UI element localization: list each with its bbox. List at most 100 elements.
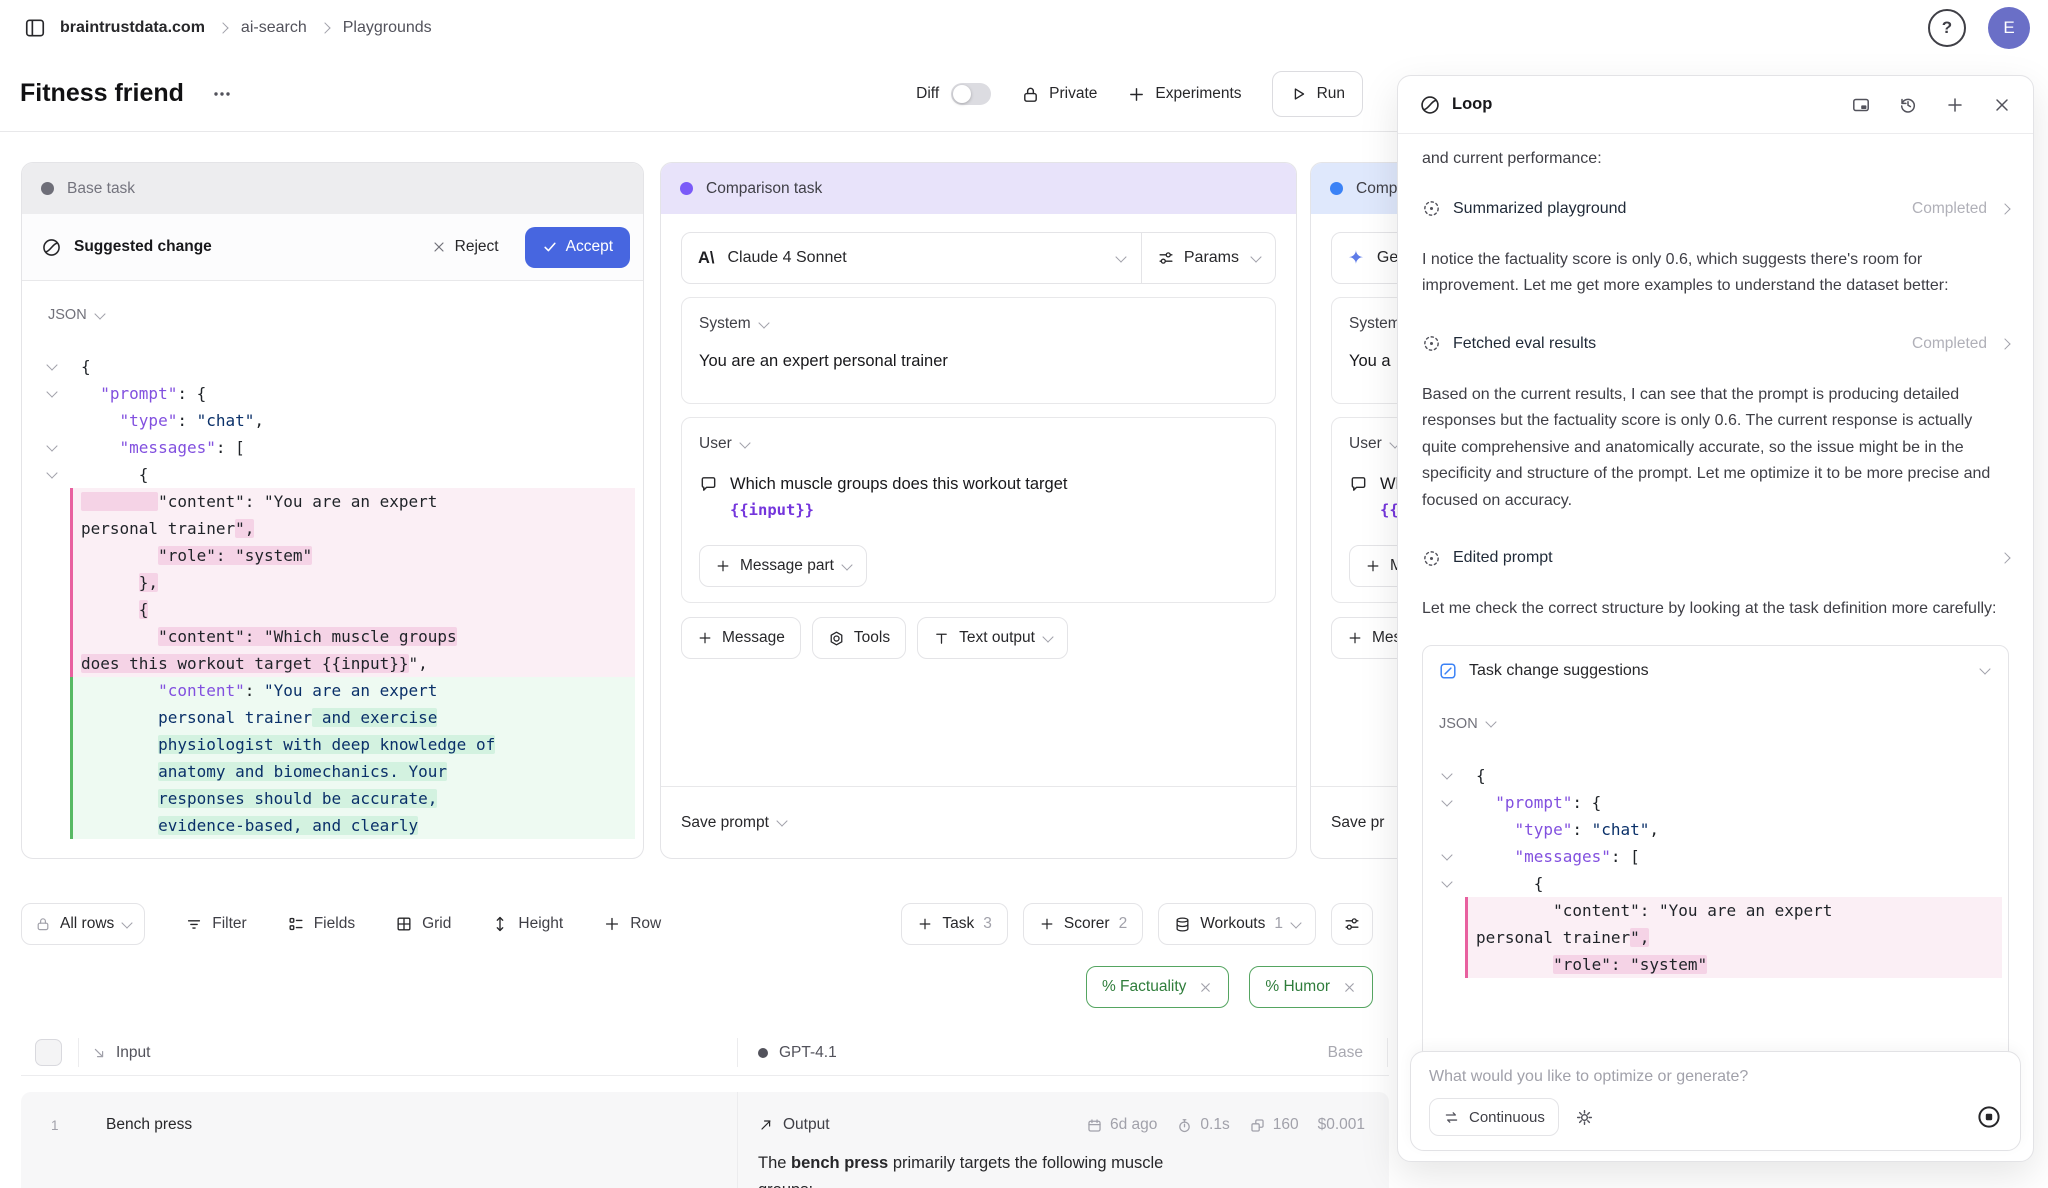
output-expand-icon[interactable] xyxy=(758,1117,774,1133)
run-button[interactable]: Run xyxy=(1272,71,1363,117)
model-select[interactable]: A\ Claude 4 Sonnet xyxy=(682,233,1142,283)
base-code-editor[interactable]: JSON { "prompt": { "type": "chat", "mess… xyxy=(22,281,643,858)
input-column-header[interactable]: Input xyxy=(116,1044,150,1062)
row-stats: 6d ago 0.1s 160 $0.001 xyxy=(1086,1116,1365,1134)
add-message-button[interactable]: Message xyxy=(681,617,801,659)
experiments-button[interactable]: Experiments xyxy=(1127,85,1241,104)
sidebar-toggle-icon[interactable] xyxy=(24,17,46,39)
loop-settings-icon[interactable] xyxy=(1575,1108,1594,1127)
calendar-icon xyxy=(1086,1117,1103,1134)
popout-icon[interactable] xyxy=(1851,95,1871,115)
breadcrumb-org[interactable]: braintrustdata.com xyxy=(60,19,205,37)
breadcrumb: braintrustdata.com ai-search Playgrounds xyxy=(24,17,432,39)
user-message-text[interactable]: Which muscle groups does this workout ta… xyxy=(730,471,1068,523)
table-row[interactable]: 1 Bench press Output 6d ago 0.1s 160 $0.… xyxy=(21,1092,1389,1188)
age-stat: 6d ago xyxy=(1086,1116,1157,1134)
loop-input-placeholder[interactable]: What would you like to optimize or gener… xyxy=(1429,1068,2002,1086)
save-prompt-button[interactable]: Save prompt xyxy=(681,814,786,832)
user-message-card: User Which muscle groups does this worko… xyxy=(681,417,1276,603)
comparison-task-2-dot xyxy=(1330,182,1343,195)
scorer-pills: % Factuality % Humor xyxy=(21,966,1373,1008)
breadcrumb-chevron-icon xyxy=(319,22,330,33)
comparison-task-card: Comparison task A\ Claude 4 Sonnet Param… xyxy=(660,162,1297,859)
tool-step-icon xyxy=(1422,199,1441,218)
code-format-select[interactable]: JSON xyxy=(34,307,635,323)
comparison-task-header: Comparison task xyxy=(661,163,1296,214)
accept-button[interactable]: Accept xyxy=(525,227,630,268)
loop-text: Based on the current results, I can see … xyxy=(1422,382,2009,515)
reject-button[interactable]: Reject xyxy=(431,238,499,256)
loop-text: I notice the factuality score is only 0.… xyxy=(1422,247,2009,300)
grid-settings-icon[interactable] xyxy=(1331,903,1373,945)
params-button[interactable]: Params xyxy=(1142,233,1275,283)
continuous-mode-button[interactable]: Continuous xyxy=(1429,1098,1559,1136)
row-output-cell[interactable]: The bench press primarily targets the fo… xyxy=(758,1150,1378,1188)
task-change-suggestions-card: Task change suggestions JSON { "prompt":… xyxy=(1422,645,2009,1067)
output-label: Output xyxy=(783,1116,830,1134)
model-row: A\ Claude 4 Sonnet Params xyxy=(681,232,1276,284)
add-task-button[interactable]: Task3 xyxy=(901,903,1008,945)
avatar[interactable]: E xyxy=(1988,7,2030,49)
more-menu-icon[interactable] xyxy=(212,84,232,104)
all-rows-select[interactable]: All rows xyxy=(21,903,145,945)
user-role-select[interactable]: User xyxy=(699,435,1258,453)
grid-button[interactable]: Grid xyxy=(395,915,451,933)
new-chat-icon[interactable] xyxy=(1945,95,1965,115)
breadcrumb-project[interactable]: ai-search xyxy=(241,19,307,37)
text-output-button[interactable]: Text output xyxy=(917,617,1068,659)
task-change-suggestions-header[interactable]: Task change suggestions xyxy=(1423,646,2008,696)
tools-button[interactable]: Tools xyxy=(812,617,906,659)
add-row-button[interactable]: Row xyxy=(603,915,661,933)
results-table-header: Input GPT-4.1 Base xyxy=(21,1030,1389,1076)
swap-icon xyxy=(1443,1109,1460,1126)
breadcrumb-section[interactable]: Playgrounds xyxy=(343,19,432,37)
dataset-select[interactable]: Workouts1 xyxy=(1158,903,1316,945)
loop-text: Let me check the correct structure by lo… xyxy=(1422,596,2009,623)
row-input-cell[interactable]: Bench press xyxy=(106,1116,192,1134)
close-icon[interactable] xyxy=(1992,95,2012,115)
stopwatch-icon xyxy=(1176,1117,1193,1134)
remove-scorer-icon[interactable] xyxy=(1198,980,1213,995)
loop-logo-icon xyxy=(1419,94,1441,116)
loop-panel: Loop and current performance: xyxy=(1397,75,2034,1162)
code-format-select[interactable]: JSON xyxy=(1429,716,2002,732)
base-diff-code: { "prompt": { "type": "chat", "messages"… xyxy=(34,353,635,839)
tokens-icon xyxy=(1249,1117,1266,1134)
message-bubble-icon xyxy=(1349,474,1368,523)
filter-button[interactable]: Filter xyxy=(185,915,246,933)
base-task-title: Base task xyxy=(67,180,135,198)
page-title: Fitness friend xyxy=(20,79,184,108)
anthropic-logo-icon: A\ xyxy=(698,249,715,268)
message-bubble-icon xyxy=(699,474,718,523)
tool-step-edited-prompt[interactable]: Edited prompt xyxy=(1422,544,2009,572)
system-message-text[interactable]: You are an expert personal trainer xyxy=(699,349,1258,374)
system-role-select[interactable]: System xyxy=(699,315,1258,333)
suggested-change-label: Suggested change xyxy=(74,238,212,256)
suggested-change-bar: Suggested change Reject Accept xyxy=(22,214,643,281)
stop-icon[interactable] xyxy=(1976,1104,2002,1130)
remove-scorer-icon[interactable] xyxy=(1342,980,1357,995)
height-button[interactable]: Height xyxy=(491,915,563,933)
diff-toggle[interactable] xyxy=(951,83,991,105)
add-message-part-button[interactable]: Message part xyxy=(699,545,867,587)
input-variable: {{input}} xyxy=(730,501,814,519)
model-column-header[interactable]: GPT-4.1 xyxy=(779,1044,837,1062)
factuality-scorer-pill[interactable]: % Factuality xyxy=(1086,966,1229,1008)
tool-step-fetched-eval-results[interactable]: Fetched eval results Completed xyxy=(1422,330,2009,358)
fields-button[interactable]: Fields xyxy=(287,915,355,933)
loop-panel-header: Loop xyxy=(1398,76,2033,134)
model-column-dot xyxy=(758,1048,768,1058)
save-prompt-button-2[interactable]: Save pr xyxy=(1331,814,1384,832)
help-icon[interactable]: ? xyxy=(1928,9,1966,47)
add-scorer-button[interactable]: Scorer2 xyxy=(1023,903,1143,945)
tool-step-summarized-playground[interactable]: Summarized playground Completed xyxy=(1422,195,2009,223)
history-icon[interactable] xyxy=(1898,95,1918,115)
comparison-task-2-title: Comp xyxy=(1356,180,1397,198)
humor-scorer-pill[interactable]: % Humor xyxy=(1249,966,1373,1008)
diff-label: Diff xyxy=(916,85,939,103)
select-all-checkbox[interactable] xyxy=(35,1039,62,1066)
row-number: 1 xyxy=(51,1118,59,1133)
private-button[interactable]: Private xyxy=(1021,85,1097,104)
tool-step-icon xyxy=(1422,549,1441,568)
suggestions-diff-code: { "prompt": { "type": "chat", "messages"… xyxy=(1429,762,2002,978)
